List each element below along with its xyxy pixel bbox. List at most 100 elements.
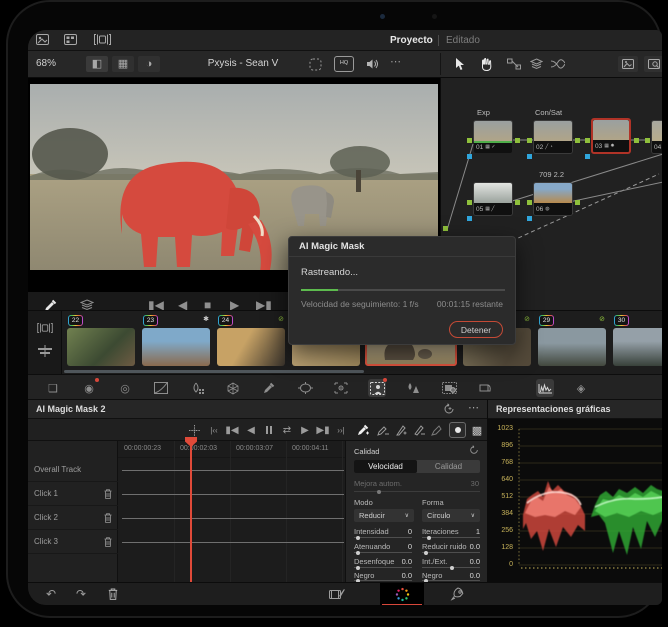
clip-cell[interactable]: 22 <box>65 311 140 375</box>
node-output-square[interactable] <box>575 200 580 205</box>
track-direction-icon[interactable]: ⇄ <box>279 422 295 438</box>
hdr-wheels-icon[interactable]: ◎ <box>116 379 134 397</box>
node-02[interactable]: 02╱ ◔ <box>533 120 573 154</box>
color-wheels-icon[interactable]: ◉ <box>80 379 98 397</box>
node-key-square[interactable] <box>527 216 532 221</box>
reset-icon[interactable] <box>469 445 479 455</box>
brush-subtract-icon[interactable] <box>411 422 427 438</box>
node-05[interactable]: 05▦ ╱ <box>473 182 513 216</box>
stop-tracking-button[interactable]: Detener <box>449 321 503 338</box>
node-output-square[interactable] <box>515 200 520 205</box>
tab-project[interactable]: Proyecto <box>390 35 433 46</box>
track-row[interactable]: Overall Track <box>28 458 118 482</box>
bypass-grades-icon[interactable] <box>306 56 324 72</box>
key-tool-icon[interactable] <box>440 379 458 397</box>
tab-edited[interactable]: Editado <box>446 35 480 46</box>
mixer-icon[interactable] <box>550 56 566 72</box>
node-input-square[interactable] <box>527 138 532 143</box>
clip-name-dropdown[interactable]: Pxysis - Sean V <box>178 58 308 69</box>
clip-strip-scrollbar[interactable] <box>64 370 364 373</box>
slider-track[interactable] <box>422 580 480 581</box>
brush-add-icon[interactable] <box>393 422 409 438</box>
redo-button[interactable]: ↷ <box>72 586 90 602</box>
slider-track[interactable] <box>422 537 480 538</box>
camera-raw-icon[interactable]: ❑ <box>44 379 62 397</box>
node-03-selected[interactable]: 03▦ ✸ <box>591 118 631 154</box>
clip-cell[interactable]: 29 ⊘ <box>536 311 611 375</box>
picker-tool-icon[interactable] <box>260 379 278 397</box>
gallery-grid-icon[interactable] <box>64 34 77 45</box>
3d-qualifier-icon[interactable] <box>224 379 242 397</box>
tracker-icon[interactable] <box>332 379 350 397</box>
matte-view-icon[interactable]: ▩ <box>469 422 485 438</box>
slider-track[interactable] <box>354 567 412 568</box>
pause-button[interactable] <box>261 422 277 438</box>
slider-track[interactable] <box>354 537 412 538</box>
cut-page-icon[interactable] <box>328 586 346 602</box>
qualifier-icon[interactable] <box>188 379 206 397</box>
clip-cell[interactable]: 24 ⊘ <box>215 311 290 375</box>
sizing-tool-icon[interactable] <box>476 379 494 397</box>
speaker-icon[interactable] <box>364 56 380 72</box>
slider-track[interactable] <box>354 580 412 581</box>
power-window-icon[interactable] <box>296 379 314 397</box>
node-connect-icon[interactable] <box>506 56 522 72</box>
track-row[interactable]: Click 1 <box>28 482 118 506</box>
clip-cell[interactable]: 23 ✱ <box>140 311 215 375</box>
timeline-ruler[interactable]: 00:00:00:23 00:00:02:03 00:00:03:07 00:0… <box>118 441 345 458</box>
node-key-square[interactable] <box>467 154 472 159</box>
trash-icon[interactable] <box>104 513 112 523</box>
lut-browser-icon[interactable] <box>644 56 662 72</box>
node-output-square[interactable] <box>515 138 520 143</box>
shape-dropdown[interactable]: Circulo∨ <box>422 509 480 522</box>
node-input-square[interactable] <box>467 138 472 143</box>
play-reverse-button[interactable]: ◀ <box>243 422 259 438</box>
hq-proxy-icon[interactable]: HQ <box>334 56 354 72</box>
color-page-button[interactable] <box>380 583 424 605</box>
speed-quality-segmented[interactable]: Velocidad Calidad <box>354 460 480 473</box>
segment-velocidad[interactable]: Velocidad <box>354 460 417 473</box>
grid-viewer-icon[interactable]: ▦ <box>112 56 134 72</box>
waveform-scope[interactable]: 1023 896 768 640 512 384 256 128 0 <box>488 419 662 582</box>
curves-icon[interactable] <box>152 379 170 397</box>
reset-icon[interactable] <box>443 403 455 415</box>
node-06[interactable]: 06◍ <box>533 182 573 216</box>
scopes-icon[interactable] <box>536 379 554 397</box>
undo-button[interactable]: ↶ <box>42 586 60 602</box>
clips-view-icon[interactable] <box>37 323 53 333</box>
node-output-square[interactable] <box>634 138 639 143</box>
node-01[interactable]: 01▦ ✓ <box>473 120 513 144</box>
eraser-icon[interactable] <box>429 422 445 438</box>
panel-menu-icon[interactable]: ⋯ <box>468 403 479 414</box>
track-row[interactable]: Click 2 <box>28 506 118 530</box>
trash-icon[interactable] <box>104 489 112 499</box>
slider-track[interactable] <box>354 552 412 553</box>
node-key-square[interactable] <box>585 154 590 159</box>
stills-gallery-icon[interactable] <box>618 56 638 72</box>
deliver-page-icon[interactable] <box>448 586 466 602</box>
segment-calidad[interactable]: Calidad <box>417 460 480 473</box>
track-to-end-icon[interactable]: ››| <box>333 422 349 438</box>
slider-track[interactable] <box>422 552 480 553</box>
track-row[interactable]: Click 3 <box>28 530 118 554</box>
node-input-square[interactable] <box>585 138 590 143</box>
slider-track[interactable] <box>354 491 480 492</box>
split-viewer-icon[interactable]: ◑ <box>138 56 160 72</box>
mask-overlay-toggle[interactable] <box>449 422 466 438</box>
layers-stack-icon[interactable] <box>528 56 544 72</box>
timeline-view-icon[interactable] <box>37 345 53 357</box>
blur-tool-icon[interactable] <box>404 379 422 397</box>
trash-button[interactable] <box>104 586 122 602</box>
slider-track[interactable] <box>422 567 480 568</box>
playhead[interactable] <box>190 441 192 582</box>
hand-tool-icon[interactable] <box>478 56 494 72</box>
zoom-level-select[interactable]: 68% <box>36 58 56 69</box>
skip-start-button[interactable]: ▮◀ <box>224 422 240 438</box>
clips-strip-icon[interactable] <box>94 34 111 45</box>
clip-cell[interactable]: 30 <box>611 311 662 375</box>
ai-magic-mask-dialog[interactable]: AI Magic Mask Rastreando... Velocidad de… <box>288 236 516 345</box>
keyframes-icon[interactable]: ◈ <box>572 379 590 397</box>
node-key-square[interactable] <box>467 216 472 221</box>
node-output-square[interactable] <box>575 138 580 143</box>
node-input-square[interactable] <box>467 200 472 205</box>
